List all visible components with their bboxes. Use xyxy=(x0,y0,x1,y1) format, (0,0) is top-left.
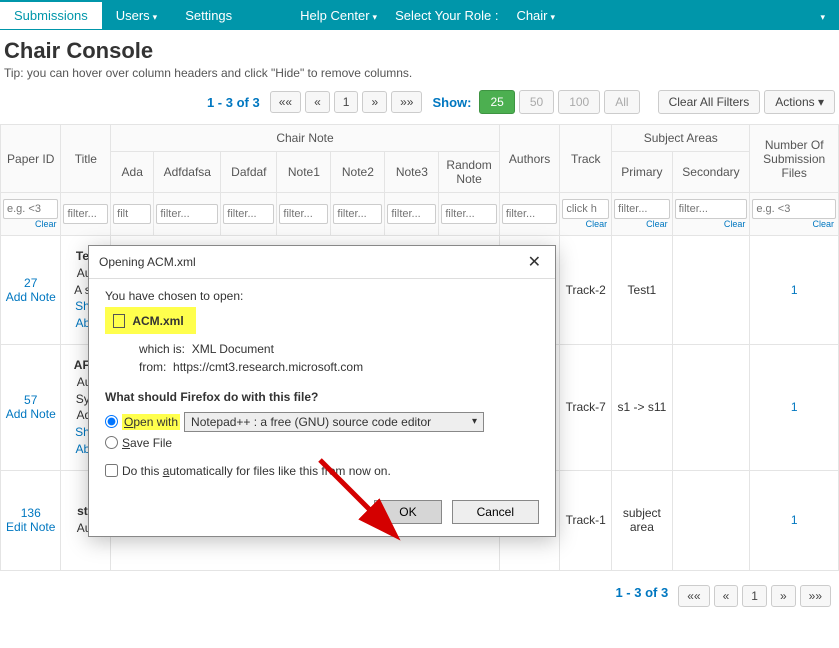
col-primary[interactable]: Primary xyxy=(612,152,672,193)
secondary-cell xyxy=(672,470,750,570)
clear-filter[interactable]: Clear xyxy=(752,219,836,229)
tab-settings[interactable]: Settings xyxy=(171,2,246,29)
col-track[interactable]: Track xyxy=(560,125,612,193)
col-random-note[interactable]: Random Note xyxy=(439,152,499,193)
pager-info-top: 1 - 3 of 3 xyxy=(207,95,260,110)
filter-title[interactable] xyxy=(63,204,108,224)
filter-paper-id[interactable] xyxy=(3,199,58,219)
filter-note1[interactable] xyxy=(279,204,328,224)
filter-dafdaf[interactable] xyxy=(223,204,274,224)
paper-id-link[interactable]: 57 xyxy=(5,393,56,407)
pager-prev-bottom[interactable]: « xyxy=(714,585,739,607)
close-icon[interactable]: ✕ xyxy=(524,252,545,272)
show-all[interactable]: All xyxy=(604,90,639,114)
open-with-radio[interactable] xyxy=(105,415,118,428)
pager-info-bottom: 1 - 3 of 3 xyxy=(615,585,668,607)
col-num-files[interactable]: Number Of Submission Files xyxy=(750,125,839,193)
primary-cell: s1 -> s11 xyxy=(612,344,672,470)
caret-down-icon: ▾ xyxy=(818,95,824,109)
top-nav: Submissions Users Settings Help Center S… xyxy=(0,0,839,30)
download-dialog: Opening ACM.xml ✕ You have chosen to ope… xyxy=(88,245,556,537)
filter-track[interactable] xyxy=(562,199,609,219)
save-file-label: Save File xyxy=(122,436,172,450)
track-cell: Track-7 xyxy=(560,344,612,470)
clear-filter[interactable]: Clear xyxy=(3,219,58,229)
pager-next-bottom[interactable]: » xyxy=(771,585,796,607)
pager-page[interactable]: 1 xyxy=(334,91,359,113)
col-note3[interactable]: Note3 xyxy=(385,152,439,193)
col-note1[interactable]: Note1 xyxy=(277,152,331,193)
dialog-title: Opening ACM.xml xyxy=(99,255,196,269)
dialog-question: What should Firefox do with this file? xyxy=(105,390,539,404)
page-title: Chair Console xyxy=(0,30,839,66)
tab-submissions[interactable]: Submissions xyxy=(0,2,102,29)
file-badge: ACM.xml xyxy=(105,307,196,334)
pager-first-bottom[interactable]: «« xyxy=(678,585,709,607)
tab-users[interactable]: Users xyxy=(102,2,171,29)
show-25[interactable]: 25 xyxy=(479,90,514,114)
col-authors[interactable]: Authors xyxy=(499,125,559,193)
pager-prev[interactable]: « xyxy=(305,91,330,113)
open-with-app-select[interactable]: Notepad++ : a free (GNU) source code edi… xyxy=(184,412,484,432)
filter-authors[interactable] xyxy=(502,204,557,224)
user-menu[interactable] xyxy=(775,2,839,29)
actions-button[interactable]: Actions ▾ xyxy=(764,90,835,114)
document-icon xyxy=(113,314,125,328)
tip-text: Tip: you can hover over column headers a… xyxy=(0,66,839,90)
role-select[interactable]: Chair xyxy=(502,2,569,29)
primary-cell: Test1 xyxy=(612,236,672,345)
pager-next[interactable]: » xyxy=(362,91,387,113)
filter-adf[interactable] xyxy=(156,204,218,224)
paper-id-link[interactable]: 136 xyxy=(5,506,56,520)
track-cell: Track-1 xyxy=(560,470,612,570)
files-count[interactable]: 1 xyxy=(750,344,839,470)
col-paper-id[interactable]: Paper ID xyxy=(1,125,61,193)
pager-last-bottom[interactable]: »» xyxy=(800,585,831,607)
save-file-radio[interactable] xyxy=(105,436,118,449)
files-count[interactable]: 1 xyxy=(750,470,839,570)
pager-page-bottom[interactable]: 1 xyxy=(742,585,767,607)
col-adfdafsa[interactable]: Adfdafsa xyxy=(154,152,221,193)
role-prompt: Select Your Role : xyxy=(391,2,502,29)
clear-filter[interactable]: Clear xyxy=(614,219,669,229)
paper-id-link[interactable]: 27 xyxy=(5,276,56,290)
col-secondary[interactable]: Secondary xyxy=(672,152,750,193)
show-100[interactable]: 100 xyxy=(558,90,600,114)
auto-checkbox[interactable] xyxy=(105,464,118,477)
secondary-cell xyxy=(672,236,750,345)
clear-all-filters-button[interactable]: Clear All Filters xyxy=(658,90,761,114)
primary-cell: subject area xyxy=(612,470,672,570)
col-ada[interactable]: Ada xyxy=(111,152,154,193)
help-center[interactable]: Help Center xyxy=(286,2,391,29)
cancel-button[interactable]: Cancel xyxy=(452,500,539,524)
col-chair-note: Chair Note xyxy=(111,125,500,152)
filter-primary[interactable] xyxy=(614,199,669,219)
col-note2[interactable]: Note2 xyxy=(331,152,385,193)
col-dafdaf[interactable]: Dafdaf xyxy=(221,152,277,193)
secondary-cell xyxy=(672,344,750,470)
add-note-link[interactable]: Add Note xyxy=(5,407,56,421)
col-subject-areas: Subject Areas xyxy=(612,125,750,152)
clear-filter[interactable]: Clear xyxy=(675,219,748,229)
filter-ada[interactable] xyxy=(113,204,151,224)
show-label: Show: xyxy=(432,95,471,110)
col-title[interactable]: Title xyxy=(61,125,111,193)
filter-note2[interactable] xyxy=(333,204,382,224)
filter-files[interactable] xyxy=(752,199,836,219)
dialog-chosen-text: You have chosen to open: xyxy=(105,289,539,303)
open-with-label: OOpen withpen with xyxy=(122,414,180,430)
ok-button[interactable]: OK xyxy=(374,500,441,524)
filter-random[interactable] xyxy=(441,204,496,224)
files-count[interactable]: 1 xyxy=(750,236,839,345)
auto-label: Do this automatically for files like thi… xyxy=(122,464,391,478)
clear-filter[interactable]: Clear xyxy=(562,219,609,229)
edit-note-link[interactable]: Edit Note xyxy=(5,520,56,534)
add-note-link[interactable]: Add Note xyxy=(5,290,56,304)
track-cell: Track-2 xyxy=(560,236,612,345)
filter-note3[interactable] xyxy=(387,204,436,224)
pager-first[interactable]: «« xyxy=(270,91,301,113)
pager-last[interactable]: »» xyxy=(391,91,422,113)
filter-secondary[interactable] xyxy=(675,199,748,219)
show-50[interactable]: 50 xyxy=(519,90,554,114)
